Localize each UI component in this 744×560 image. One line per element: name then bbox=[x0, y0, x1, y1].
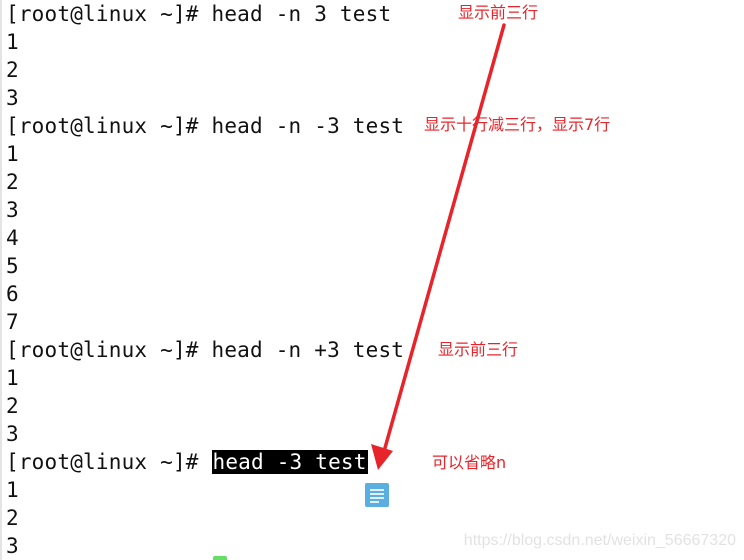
arrow-shaft bbox=[381, 23, 506, 457]
green-marker bbox=[213, 556, 227, 560]
watermark: https://blog.csdn.net/weixin_56667320 bbox=[463, 532, 736, 549]
red-arrow-icon bbox=[371, 23, 506, 470]
arrow-head bbox=[371, 444, 393, 470]
document-icon[interactable] bbox=[365, 483, 389, 507]
